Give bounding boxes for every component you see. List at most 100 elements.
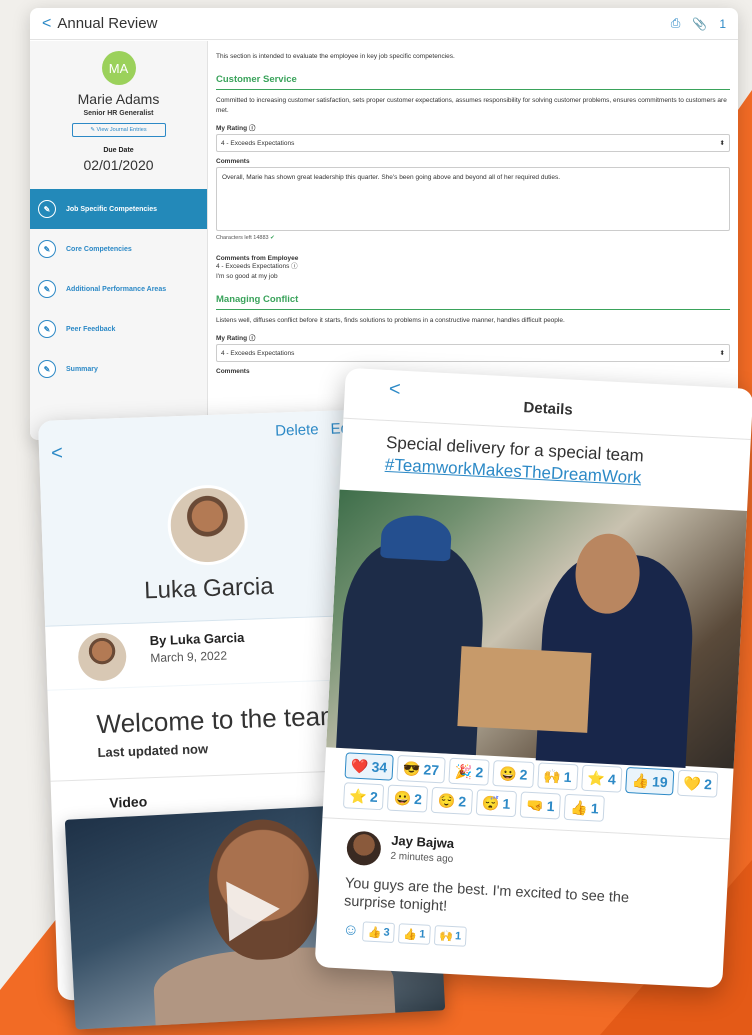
reaction-yellow-heart[interactable]: 💛 2 [677, 769, 719, 798]
post-date: March 9, 2022 [150, 648, 228, 666]
author-name: By Luka Garcia [149, 629, 245, 649]
yellow-heart-icon: 💛 [683, 774, 702, 792]
reaction-count: 1 [418, 928, 426, 941]
reaction-count: 2 [369, 788, 379, 805]
comment-reaction-thumbs-up[interactable]: 👍 3 [362, 921, 396, 944]
raised-hands-icon: 🙌 [439, 929, 454, 943]
nav-item-summary[interactable]: ✎ Summary [30, 349, 207, 389]
party-icon: 🎉 [454, 762, 473, 780]
section-intro: This section is intended to evaluate the… [216, 53, 455, 60]
nav-item-additional-performance-areas[interactable]: ✎ Additional Performance Areas [30, 269, 207, 309]
view-journal-label: View Journal Entries [96, 127, 147, 133]
back-icon[interactable]: < [51, 442, 63, 465]
info-icon: ⓘ [248, 335, 256, 342]
print-icon[interactable]: ⎙ [671, 16, 681, 31]
rating-label-text: My Rating [216, 335, 248, 342]
spellcheck-icon[interactable]: ✔ [270, 235, 275, 241]
details-title: Details [523, 399, 574, 419]
grin-icon: 😀 [498, 764, 518, 782]
thumbs-up-icon: 👍 [403, 928, 418, 941]
employee-name: Marie Adams [77, 91, 160, 107]
reaction-count: 1 [454, 930, 462, 943]
comment-reaction-raised-hands[interactable]: 🙌 1 [433, 925, 467, 947]
rating-value: 4 - Exceeds Expectations [221, 349, 295, 357]
comment-reactions: ☺ 👍 3 👍 1 🙌 1 [342, 920, 467, 947]
avatar: MA [101, 51, 136, 85]
reaction-grin-2[interactable]: 😀 2 [387, 784, 429, 813]
rating-select[interactable]: 4 - Exceeds Expectations ⬍ [216, 344, 730, 362]
edit-icon: ✎ [38, 320, 56, 338]
due-date-label: Due Date [103, 147, 134, 154]
reaction-grin[interactable]: 😀 2 [492, 760, 535, 789]
section-description: Committed to increasing customer satisfa… [216, 97, 727, 114]
reaction-count: 1 [563, 768, 573, 786]
employee-rating: 4 - Exceeds Expectations ⓘ [216, 262, 730, 272]
post-title: Welcome to the team [96, 700, 343, 740]
reaction-thumbs-up[interactable]: 👍 19 [625, 766, 675, 796]
thumbs-up-icon: 👍 [367, 926, 382, 939]
author-avatar [77, 632, 128, 682]
nav-item-peer-feedback[interactable]: ✎ Peer Feedback [30, 309, 207, 349]
reaction-star[interactable]: ⭐ 4 [580, 764, 623, 793]
section-title-customer-service: Customer Service [216, 74, 730, 90]
reaction-count: 1 [590, 800, 600, 817]
section-title-managing-conflict: Managing Conflict [216, 294, 730, 310]
comment-reaction-thumbs-up-dark[interactable]: 👍 1 [398, 923, 431, 945]
raised-hands-icon: 🙌 [543, 767, 562, 785]
nav-label: Core Competencies [66, 245, 132, 253]
reaction-thumbs-up-2[interactable]: 👍 1 [563, 793, 606, 822]
page-title: Annual Review [57, 15, 158, 32]
play-icon[interactable] [226, 878, 282, 942]
reaction-heart[interactable]: ❤️ 34 [344, 752, 394, 781]
reaction-sleepy[interactable]: 😴 1 [475, 789, 517, 818]
photo-package [457, 646, 592, 733]
reaction-count: 2 [413, 790, 423, 808]
star-icon: ⭐ [349, 787, 368, 804]
nav-label: Summary [66, 365, 98, 373]
sunglasses-icon: 😎 [402, 759, 421, 777]
reaction-count: 2 [457, 793, 467, 810]
employee-comments-label: Comments from Employee [216, 255, 299, 262]
commenter-name: Jay Bajwa [390, 832, 455, 852]
reaction-party[interactable]: 🎉 2 [448, 757, 490, 786]
last-updated: Last updated now [97, 741, 209, 761]
post-photo[interactable] [326, 489, 752, 770]
reaction-fist[interactable]: 🤜 1 [519, 791, 562, 820]
reaction-star-2[interactable]: ⭐ 2 [342, 782, 385, 811]
video-label: Video [109, 793, 148, 811]
post-text: Special delivery for a special team #Tea… [384, 432, 644, 489]
sleepy-face-icon: 😴 [481, 793, 500, 811]
attachment-icon[interactable]: 📎 [692, 17, 707, 31]
review-sidebar: MA Marie Adams Senior HR Generalist ✎ Vi… [30, 41, 208, 440]
fist-bump-icon: 🤜 [525, 796, 545, 814]
review-header: < Annual Review ⎙ 📎 1 [30, 8, 738, 40]
rating-value: 4 - Exceeds Expectations [221, 139, 295, 147]
comment-time: 2 minutes ago [390, 850, 454, 866]
reaction-count: 4 [607, 771, 617, 788]
characters-left: Characters left 14883 ✔ [216, 235, 730, 241]
delete-button[interactable]: Delete [275, 421, 319, 440]
reaction-count: 1 [502, 795, 511, 812]
add-reaction-icon[interactable]: ☺ [342, 921, 359, 940]
reaction-raised-hands[interactable]: 🙌 1 [536, 762, 579, 791]
thumbs-up-icon: 👍 [570, 798, 589, 816]
due-date: 02/01/2020 [83, 157, 154, 173]
reaction-count: 1 [546, 797, 555, 815]
reaction-cool[interactable]: 😎 27 [396, 754, 446, 784]
comment-text: You guys are the best. I'm excited to se… [343, 875, 630, 915]
characters-left-text: Characters left 14883 [216, 235, 269, 241]
section-description: Listens well, diffuses conflict before i… [216, 317, 565, 324]
nav-item-job-specific-competencies[interactable]: ✎ Job Specific Competencies [30, 189, 207, 229]
back-icon[interactable]: < [42, 15, 51, 33]
review-nav: ✎ Job Specific Competencies ✎ Core Compete… [30, 189, 207, 389]
reaction-relieved[interactable]: 😌 2 [431, 786, 473, 815]
nav-item-core-competencies[interactable]: ✎ Core Competencies [30, 229, 207, 269]
rating-select[interactable]: 4 - Exceeds Expectations ⬍ [216, 134, 730, 152]
reaction-count: 3 [383, 926, 390, 939]
comments-field[interactable]: Overall, Marie has shown great leadershi… [216, 167, 730, 231]
select-arrows-icon: ⬍ [719, 140, 725, 147]
rating-label: My Rating ⓘ [216, 122, 730, 132]
view-journal-button[interactable]: ✎ View Journal Entries [71, 123, 166, 137]
nav-label: Peer Feedback [66, 325, 116, 333]
edit-icon: ✎ [38, 360, 56, 378]
